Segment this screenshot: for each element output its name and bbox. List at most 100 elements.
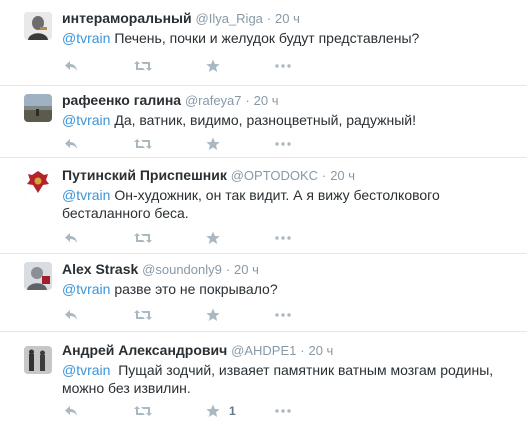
tweet-text: @tvrain Он-художник, он так видит. А я в… [62,186,517,222]
tweet-text: @tvrain Пущай зодчий, изваяет памятник в… [62,361,517,397]
favorite-button[interactable] [206,135,229,153]
timestamp[interactable]: 20 ч [234,262,259,277]
favorite-button[interactable]: 1 [206,402,236,420]
tweet-body: разве это не покрывало? [110,281,278,297]
retweet-button[interactable] [134,57,152,75]
avatar-image-icon [24,94,52,122]
username[interactable]: @soundonly9 [142,262,222,277]
retweet-icon [134,310,152,320]
mention-link[interactable]: @tvrain [62,30,110,46]
avatar[interactable] [24,168,52,196]
retweet-icon [134,233,152,243]
more-button[interactable] [275,135,291,153]
star-icon [206,137,220,150]
separator: · [225,262,231,277]
avatar[interactable] [24,12,52,40]
tweet-header: интераморальный @Ilya_Riga · 20 ч [62,9,517,28]
tweet-text: @tvrain Да, ватник, видимо, разноцветный… [62,111,517,129]
tweet-actions: 1 [62,402,362,420]
mention-link[interactable]: @tvrain [62,187,110,203]
timestamp[interactable]: 20 ч [308,343,333,358]
fullname[interactable]: Андрей Александрович [62,342,227,358]
separator: · [300,343,305,358]
retweet-icon [134,139,152,149]
tweet-body: Печень, почки и желудок будут представле… [110,30,420,46]
more-button[interactable] [275,402,291,420]
reply-button[interactable] [64,229,78,247]
reply-icon [65,406,77,416]
username[interactable]: @rafeya7 [185,93,242,108]
star-icon [206,231,220,244]
tweet-item[interactable]: Путинский Приспешник @OPTODOKC · 20 ч @t… [0,158,527,254]
reply-button[interactable] [64,402,78,420]
mention-link[interactable]: @tvrain [62,281,110,297]
tweet-timeline: интераморальный @Ilya_Riga · 20 ч @tvrai… [0,0,527,427]
retweet-button[interactable] [134,306,152,324]
tweet-actions [62,306,362,324]
username[interactable]: @OPTODOKC [231,168,318,183]
retweet-icon [134,61,152,71]
tweet-header: рафеенко галина @rafeya7 · 20 ч [62,91,517,110]
more-dots-icon [275,236,291,240]
tweet-actions [62,229,362,247]
retweet-button[interactable] [134,135,152,153]
username[interactable]: @AHDPE1 [231,343,296,358]
more-dots-icon [275,313,291,317]
timestamp[interactable]: 20 ч [254,93,279,108]
timestamp[interactable]: 20 ч [275,11,300,26]
fullname[interactable]: интераморальный [62,10,192,26]
tweet-body: Да, ватник, видимо, разноцветный, радужн… [110,112,416,128]
favorite-button[interactable] [206,306,229,324]
more-button[interactable] [275,229,291,247]
more-dots-icon [275,64,291,68]
tweet-actions [62,135,362,153]
reply-button[interactable] [64,57,78,75]
tweet-item[interactable]: Андрей Александрович @AHDPE1 · 20 ч @tvr… [0,332,527,427]
reply-icon [65,61,77,71]
tweet-header: Путинский Приспешник @OPTODOKC · 20 ч [62,166,517,185]
avatar-image-icon [24,346,52,374]
reply-icon [65,233,77,243]
fullname[interactable]: Alex Strask [62,261,138,277]
star-icon [206,59,220,72]
separator: · [321,168,327,183]
star-icon [206,308,220,321]
avatar-image-icon [24,262,52,290]
avatar[interactable] [24,262,52,290]
retweet-button[interactable] [134,402,152,420]
tweet-header: Alex Strask @soundonly9 · 20 ч [62,260,517,279]
username[interactable]: @Ilya_Riga [196,11,263,26]
tweet-text: @tvrain разве это не покрывало? [62,280,517,298]
reply-icon [65,310,77,320]
favorite-button[interactable] [206,57,229,75]
tweet-body: Пущай зодчий, изваяет памятник ватным мо… [62,362,498,396]
fullname[interactable]: Путинский Приспешник [62,167,227,183]
more-dots-icon [275,409,291,413]
tweet-item[interactable]: рафеенко галина @rafeya7 · 20 ч @tvrain … [0,86,527,158]
retweet-button[interactable] [134,229,152,247]
reply-button[interactable] [64,306,78,324]
more-dots-icon [275,142,291,146]
avatar-image-icon [24,12,52,40]
avatar[interactable] [24,94,52,122]
mention-link[interactable]: @tvrain [62,112,110,128]
star-icon [206,404,220,417]
favorite-button[interactable] [206,229,229,247]
tweet-item[interactable]: Alex Strask @soundonly9 · 20 ч @tvrain р… [0,254,527,332]
avatar[interactable] [24,346,52,374]
more-button[interactable] [275,57,291,75]
tweet-body: Он-художник, он так видит. А я вижу бест… [62,187,440,221]
more-button[interactable] [275,306,291,324]
tweet-item[interactable]: интераморальный @Ilya_Riga · 20 ч @tvrai… [0,0,527,86]
separator: · [266,11,272,26]
timestamp[interactable]: 20 ч [330,168,355,183]
mention-link[interactable]: @tvrain [62,362,110,378]
reply-icon [65,139,77,149]
retweet-icon [134,406,152,416]
tweet-text: @tvrain Печень, почки и желудок будут пр… [62,29,517,47]
favorite-count: 1 [229,404,236,418]
fullname[interactable]: рафеенко галина [62,92,181,108]
tweet-actions [62,57,362,75]
reply-button[interactable] [64,135,78,153]
tweet-header: Андрей Александрович @AHDPE1 · 20 ч [62,341,517,360]
